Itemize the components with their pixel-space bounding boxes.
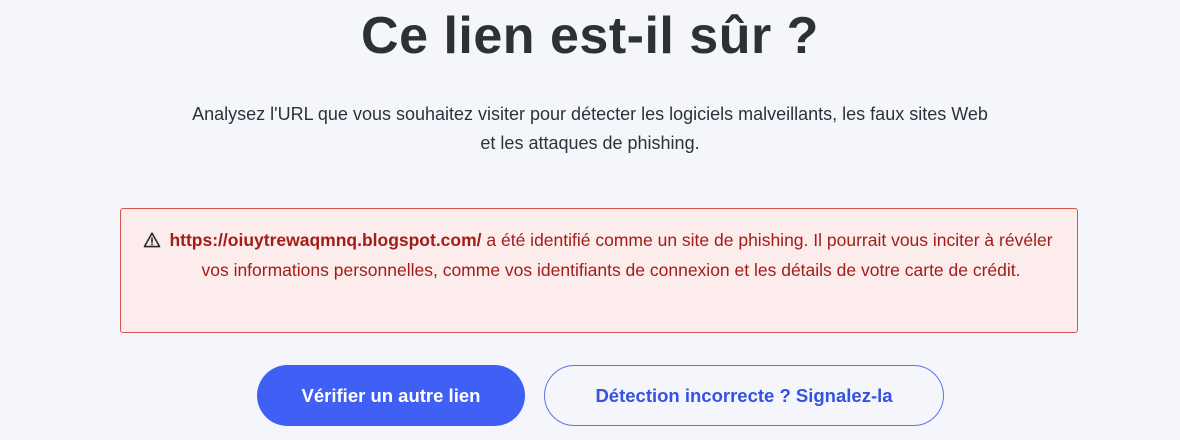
flagged-url: https://oiuytrewaqmnq.blogspot.com/ bbox=[169, 230, 482, 250]
page-title: Ce lien est-il sûr ? bbox=[361, 7, 819, 65]
alert-message: https://oiuytrewaqmnq.blogspot.com/ a ét… bbox=[161, 226, 1061, 285]
warning-triangle-icon bbox=[143, 231, 161, 249]
subtitle-line-1: Analysez l'URL que vous souhaitez visite… bbox=[192, 104, 988, 124]
subtitle-line-2: et les attaques de phishing. bbox=[480, 133, 700, 153]
report-incorrect-detection-button[interactable]: Détection incorrecte ? Signalez-la bbox=[544, 365, 944, 426]
phishing-alert: https://oiuytrewaqmnq.blogspot.com/ a ét… bbox=[120, 208, 1078, 333]
check-another-link-button[interactable]: Vérifier un autre lien bbox=[257, 365, 525, 426]
page-subtitle: Analysez l'URL que vous souhaitez visite… bbox=[100, 100, 1080, 158]
